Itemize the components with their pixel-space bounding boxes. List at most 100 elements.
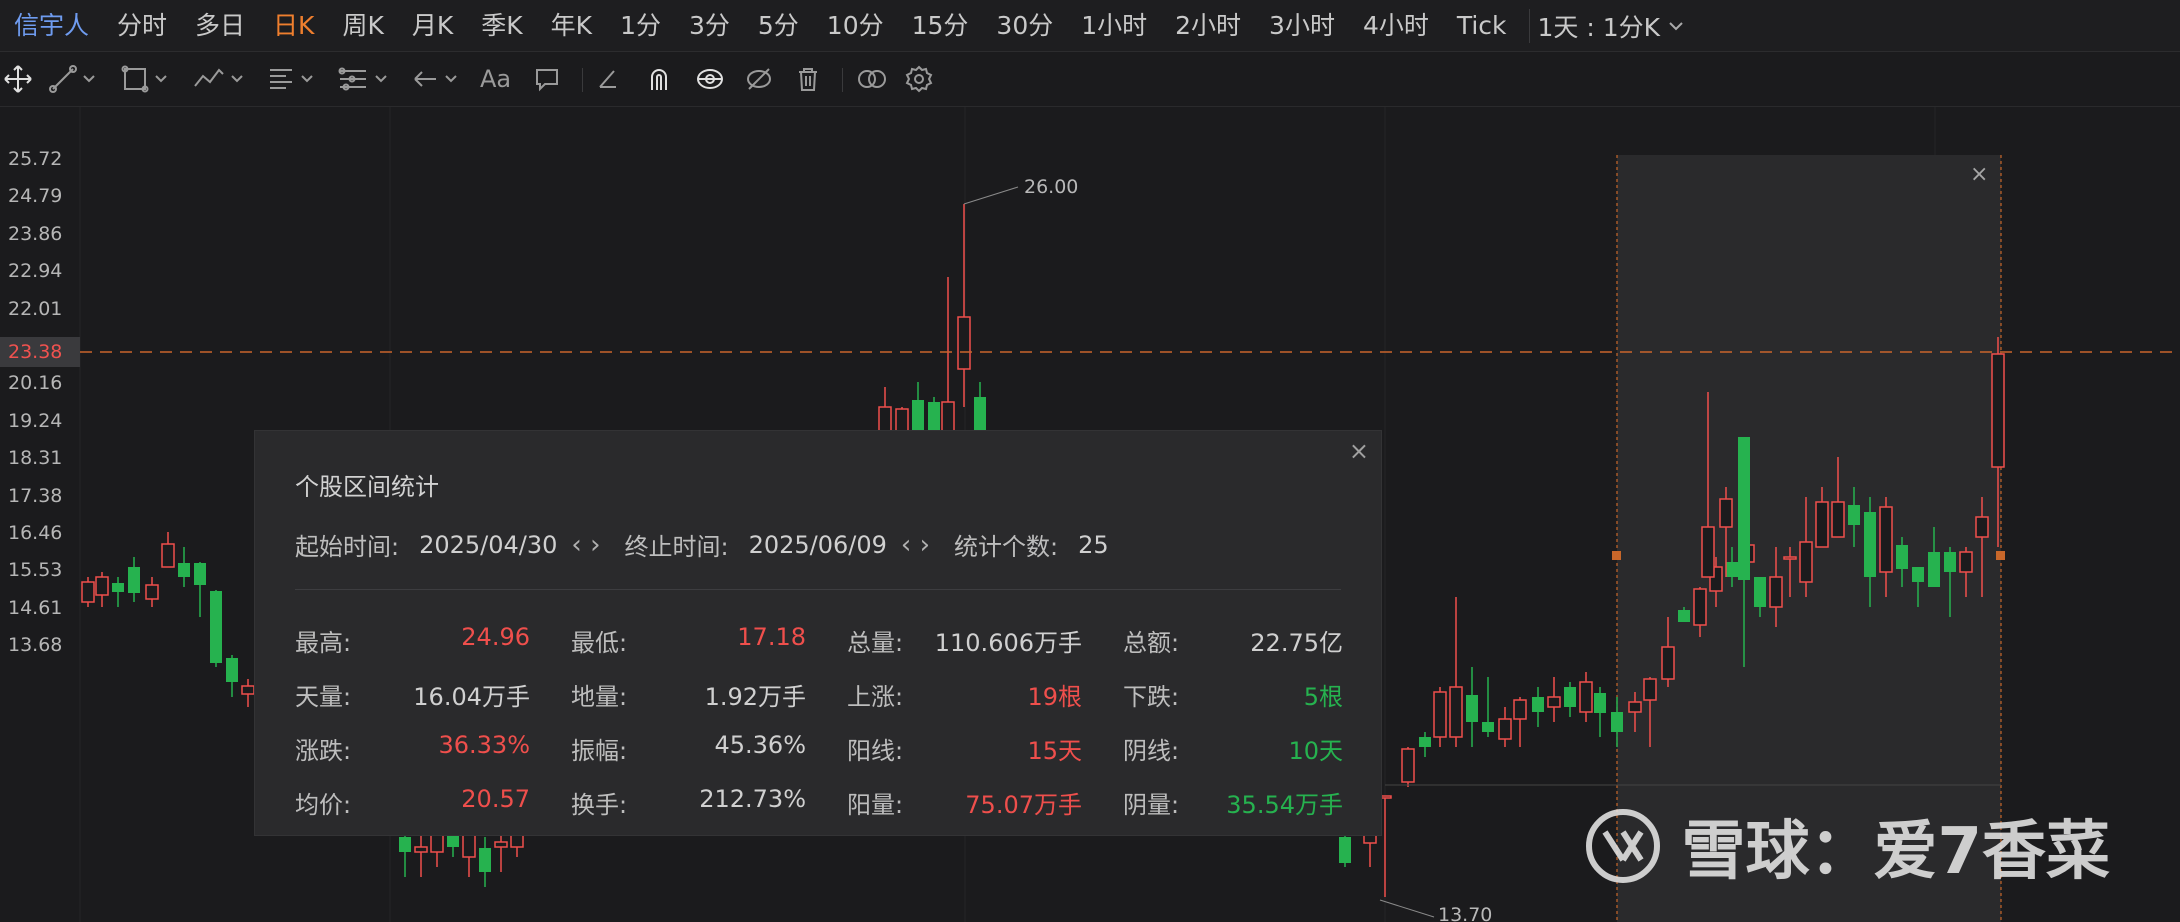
- tab-duori[interactable]: 多日: [181, 0, 259, 51]
- candle-body[interactable]: [1693, 588, 1707, 626]
- candle-body[interactable]: [494, 841, 508, 848]
- candle-body[interactable]: [1991, 353, 2005, 468]
- settings-tool[interactable]: [904, 60, 934, 98]
- candle-body[interactable]: [112, 583, 124, 592]
- compare-tool[interactable]: [854, 60, 890, 98]
- candle-body[interactable]: [1912, 567, 1924, 582]
- tab-daily-k[interactable]: 日K: [259, 0, 328, 51]
- channel-tool[interactable]: [336, 60, 388, 98]
- candle-body[interactable]: [1959, 551, 1973, 573]
- candle-body[interactable]: [1482, 722, 1494, 732]
- candle-body[interactable]: [1944, 552, 1956, 572]
- candle-body[interactable]: [1701, 526, 1715, 578]
- tab-tick[interactable]: Tick: [1443, 0, 1521, 51]
- candle-body[interactable]: [145, 584, 159, 600]
- arrow-tool[interactable]: [410, 60, 458, 98]
- candle-body[interactable]: [1363, 834, 1377, 844]
- candle-body[interactable]: [1738, 437, 1750, 580]
- tab-3hour[interactable]: 3小时: [1255, 0, 1349, 51]
- delete-tool[interactable]: [794, 60, 822, 98]
- candle-body[interactable]: [1594, 693, 1606, 713]
- tab-30min[interactable]: 30分: [982, 0, 1067, 51]
- period-selector[interactable]: 1天 : 1分K: [1538, 8, 1685, 44]
- tab-yearly-k[interactable]: 年K: [537, 0, 606, 51]
- candle-body[interactable]: [399, 837, 411, 852]
- candle-body[interactable]: [1848, 505, 1860, 525]
- candle-body[interactable]: [1754, 577, 1766, 607]
- candle-body[interactable]: [1864, 512, 1876, 577]
- tab-10min[interactable]: 10分: [813, 0, 898, 51]
- candle-body[interactable]: [1879, 506, 1893, 573]
- candle-body[interactable]: [128, 567, 140, 593]
- eraser-tool[interactable]: [594, 60, 622, 98]
- candle-body[interactable]: [1628, 701, 1642, 713]
- tab-1min[interactable]: 1分: [606, 0, 675, 51]
- candle-body[interactable]: [1449, 686, 1463, 738]
- candle-body[interactable]: [81, 581, 95, 603]
- candle-body[interactable]: [1498, 718, 1512, 740]
- tab-4hour[interactable]: 4小时: [1349, 0, 1443, 51]
- candle-body[interactable]: [479, 848, 491, 872]
- end-time-value[interactable]: 2025/06/09: [749, 531, 887, 559]
- hide-tool[interactable]: [744, 60, 774, 98]
- candle-body[interactable]: [1896, 545, 1908, 569]
- candle-body[interactable]: [194, 563, 206, 585]
- candle-body[interactable]: [1433, 691, 1447, 738]
- candle-body[interactable]: [1532, 697, 1544, 712]
- candle-body[interactable]: [1611, 712, 1623, 732]
- move-tool[interactable]: [2, 60, 34, 98]
- candle-body[interactable]: [1975, 516, 1989, 538]
- tab-quarterly-k[interactable]: 季K: [467, 0, 536, 51]
- tab-monthly-k[interactable]: 月K: [398, 0, 467, 51]
- candle-body[interactable]: [1466, 695, 1478, 722]
- candle-body[interactable]: [957, 316, 971, 370]
- fib-tool[interactable]: [266, 60, 314, 98]
- lock-tool[interactable]: [694, 60, 726, 98]
- candle-body[interactable]: [1799, 541, 1813, 583]
- comment-tool[interactable]: [532, 60, 562, 98]
- candle-body[interactable]: [241, 685, 255, 695]
- candle-body[interactable]: [1678, 610, 1690, 622]
- candle-body[interactable]: [1831, 501, 1845, 538]
- candle-body[interactable]: [1719, 498, 1733, 528]
- tab-5min[interactable]: 5分: [744, 0, 813, 51]
- candle-body[interactable]: [414, 846, 428, 853]
- range-start-handle[interactable]: [1612, 551, 1621, 560]
- candle-body[interactable]: [1769, 576, 1783, 608]
- candle-body[interactable]: [1339, 837, 1351, 863]
- candle-body[interactable]: [1661, 646, 1675, 680]
- range-end-handle[interactable]: [1996, 551, 2005, 560]
- candle-body[interactable]: [178, 563, 190, 577]
- text-tool[interactable]: Aa: [480, 60, 511, 98]
- magnet-tool[interactable]: [644, 60, 674, 98]
- range-close-icon[interactable]: ×: [1970, 162, 1988, 187]
- candle-body[interactable]: [210, 591, 222, 663]
- wave-tool[interactable]: [192, 60, 244, 98]
- candle-body[interactable]: [1401, 748, 1415, 783]
- line-tool[interactable]: [48, 60, 96, 98]
- close-icon[interactable]: ×: [1349, 437, 1369, 465]
- tab-15min[interactable]: 15分: [898, 0, 983, 51]
- candle-body[interactable]: [1513, 699, 1527, 720]
- start-time-adjust-icon[interactable]: ‹ ›: [571, 530, 600, 560]
- candle-body[interactable]: [226, 658, 238, 682]
- candle-body[interactable]: [1579, 681, 1593, 713]
- tab-fenshi[interactable]: 分时: [103, 0, 181, 51]
- candle-body[interactable]: [1726, 562, 1738, 577]
- tab-weekly-k[interactable]: 周K: [328, 0, 397, 51]
- candle-body[interactable]: [1643, 678, 1657, 701]
- candle-body[interactable]: [95, 576, 109, 596]
- candle-body[interactable]: [1928, 552, 1940, 587]
- start-time-value[interactable]: 2025/04/30: [419, 531, 557, 559]
- stock-name[interactable]: 信宇人: [0, 0, 103, 51]
- tab-2hour[interactable]: 2小时: [1161, 0, 1255, 51]
- candle-body[interactable]: [1564, 687, 1576, 707]
- candle-body[interactable]: [1419, 737, 1431, 747]
- rect-tool[interactable]: [120, 60, 168, 98]
- tab-1hour[interactable]: 1小时: [1067, 0, 1161, 51]
- candle-body[interactable]: [1815, 501, 1829, 548]
- candle-body[interactable]: [161, 543, 175, 568]
- end-time-adjust-icon[interactable]: ‹ ›: [901, 530, 930, 560]
- candle-body[interactable]: [1783, 556, 1797, 560]
- candle-body[interactable]: [1547, 696, 1561, 708]
